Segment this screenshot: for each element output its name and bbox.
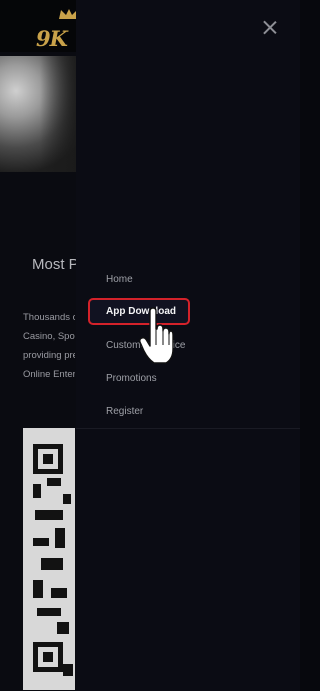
pointer-hand-icon [139, 307, 174, 364]
page-description: Thousands of Casino, Sports, providing p… [23, 312, 75, 380]
menu-item-promotions[interactable]: Promotions [106, 373, 157, 384]
menu-item-home[interactable]: Home [106, 274, 133, 285]
hero-image [0, 56, 80, 172]
menu-divider [76, 428, 300, 429]
menu-item-register[interactable]: Register [106, 406, 143, 417]
close-icon[interactable] [259, 17, 281, 39]
qr-code [23, 428, 75, 690]
logo[interactable]: 9K [36, 26, 68, 51]
